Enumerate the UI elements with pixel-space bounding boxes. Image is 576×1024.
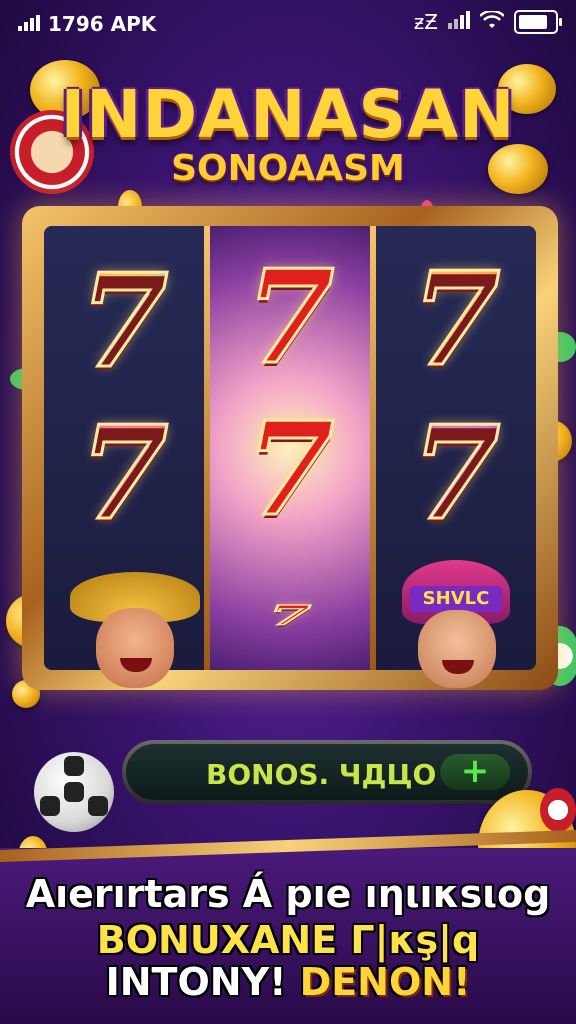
status-right: ƶƵ [413, 9, 562, 34]
helmet-label: SHVLC [410, 586, 502, 612]
character-face [418, 610, 496, 688]
promo-line-3-a: INTONY! [105, 960, 287, 1004]
seven-symbol: 7 [376, 255, 536, 386]
status-left-text: 1796 APK [48, 12, 157, 36]
promo-line-3: INTONY! DENON! [0, 960, 576, 1004]
character-helmet: SHVLC [392, 560, 522, 690]
promo-line-1: Aıerırtars Á pıe ıηιıκsιοg [25, 872, 551, 916]
add-bonus-button[interactable]: + [440, 754, 510, 790]
bonus-inner: BONOS. ЧДЦO + [126, 744, 528, 800]
character-mouth [120, 658, 152, 672]
battery-icon [514, 10, 562, 34]
bonus-label: BONOS. ЧДЦO [206, 758, 437, 791]
status-right-text: ƶƵ [413, 10, 438, 34]
seven-symbol: 7 [376, 409, 536, 540]
reel-center: 7 7 7 [210, 226, 370, 670]
cell-signal-icon [448, 10, 470, 34]
promo-line-2: BONUXANE Γ|κş|q [96, 918, 480, 962]
signal-icon [18, 12, 40, 36]
seven-symbol-partial: 7 [268, 600, 313, 632]
bonus-bar[interactable]: BONOS. ЧДЦO + [122, 740, 532, 804]
status-bar: 1796 APK ƶƵ [0, 0, 576, 48]
seven-symbol: 7 [244, 395, 336, 545]
soccer-ball-icon [34, 752, 114, 832]
game-subtitle: SONOAASM [171, 148, 405, 189]
game-title: INDANASAN [60, 76, 516, 153]
seven-symbol: 7 [244, 243, 336, 393]
character-mouth [442, 660, 474, 674]
seven-symbol: 7 [44, 257, 204, 388]
chip-icon [540, 788, 576, 832]
seven-symbol: 7 [44, 409, 204, 540]
character-cowboy [70, 572, 200, 692]
character-face [96, 608, 174, 688]
wifi-icon [479, 9, 505, 34]
promo-line-3-b: DENON! [299, 960, 471, 1004]
status-left: 1796 APK [18, 12, 156, 36]
